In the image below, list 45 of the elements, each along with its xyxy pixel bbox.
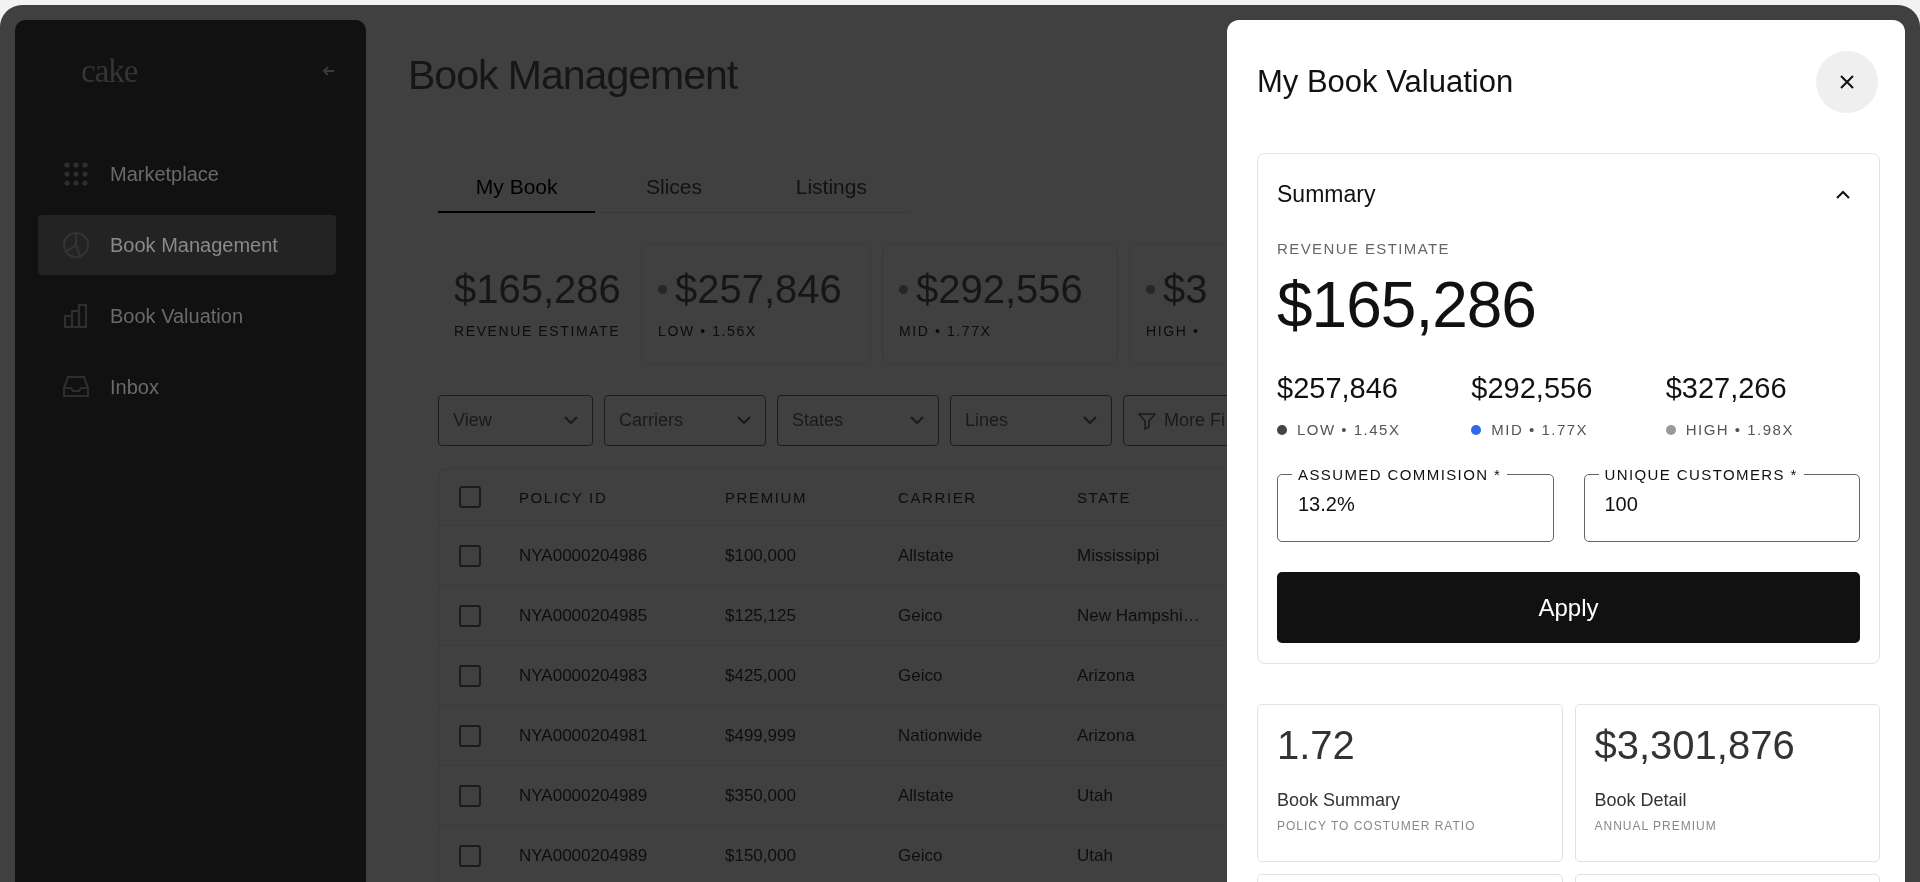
chevron-down-icon: [1083, 416, 1097, 425]
tab[interactable]: My Book: [438, 165, 596, 213]
back-arrow-icon[interactable]: [322, 64, 336, 78]
tier-value: $257,846: [1277, 372, 1399, 405]
close-icon: [1840, 75, 1854, 89]
chevron-icon[interactable]: [1836, 189, 1850, 199]
panel-title: My Book Valuation: [1257, 64, 1514, 100]
checkbox[interactable]: [459, 844, 481, 867]
funnel-icon: [1138, 411, 1156, 430]
checkbox[interactable]: [459, 724, 481, 747]
metric-title: Book Detail: [1594, 790, 1688, 811]
nav-item[interactable]: Book Valuation: [38, 286, 336, 346]
tier-label: HIGH • 1.98X: [1685, 421, 1794, 438]
dot-icon: [1146, 284, 1155, 294]
inbox-icon: [62, 375, 90, 399]
checkbox[interactable]: [459, 544, 481, 567]
metric-subtitle: ANNUAL PREMIUM: [1594, 819, 1718, 833]
nav-item[interactable]: Book Management: [38, 215, 336, 275]
chevron-down-icon: [737, 416, 751, 425]
dot-icon: [658, 284, 667, 294]
chevron-down-icon: [564, 416, 578, 425]
dot-icon: [899, 284, 908, 294]
tier-label: MID • 1.77X: [1491, 421, 1589, 438]
tier-label: LOW • 1.45X: [1297, 421, 1401, 438]
revenue-value: $165,286: [1277, 268, 1537, 342]
metric-value: 1.72: [1277, 723, 1356, 768]
bar-chart-icon: [62, 303, 90, 329]
nav-item[interactable]: Inbox: [38, 357, 336, 417]
checkbox[interactable]: [459, 486, 481, 508]
checkbox[interactable]: [459, 604, 481, 627]
field-value[interactable]: 100: [1604, 483, 1839, 516]
field-value[interactable]: 13.2%: [1298, 483, 1533, 516]
dots-grid-icon: [62, 161, 90, 187]
revenue-label: REVENUE ESTIMATE: [1277, 240, 1451, 257]
metric-value: $3,301,876: [1594, 723, 1796, 768]
checkbox[interactable]: [459, 784, 481, 807]
tier-value: $292,556: [1471, 372, 1594, 405]
apply-button[interactable]: Apply: [1277, 572, 1860, 643]
chevron-down-icon: [910, 416, 924, 425]
tier-value: $327,266: [1665, 372, 1788, 405]
summary-title: Summary: [1277, 180, 1376, 208]
checkbox[interactable]: [459, 664, 481, 687]
metric-title: Book Summary: [1277, 790, 1402, 811]
nav-item[interactable]: Marketplace: [38, 144, 336, 204]
metric-subtitle: POLICY TO COSTUMER RATIO: [1277, 819, 1477, 833]
